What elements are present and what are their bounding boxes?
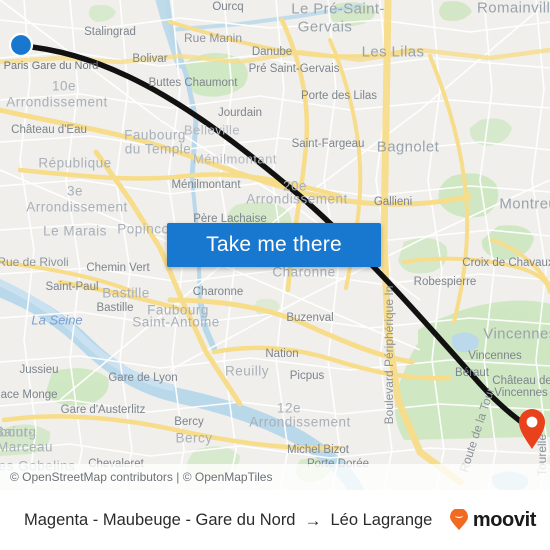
map-canvas[interactable]: OurcqLe Pré-Saint-GervaisRomainvilleStal…: [0, 0, 550, 490]
moovit-route-page: OurcqLe Pré-Saint-GervaisRomainvilleStal…: [0, 0, 550, 550]
route-footer: Magenta - Maubeuge - Gare du Nord → Léo …: [0, 490, 550, 550]
moovit-wordmark: moovit: [472, 508, 537, 531]
moovit-logo[interactable]: moovit: [448, 509, 536, 532]
destination-stop-label: Léo Lagrange: [330, 510, 433, 529]
route-summary: Magenta - Maubeuge - Gare du Nord → Léo …: [24, 511, 448, 530]
map-attribution-bar: © OpenStreetMap contributors | © OpenMap…: [0, 464, 550, 490]
map-attribution-text[interactable]: © OpenStreetMap contributors | © OpenMap…: [10, 470, 272, 484]
origin-marker: [8, 32, 34, 58]
arrow-right-icon: →: [304, 510, 322, 530]
moovit-pin-icon: [449, 509, 468, 531]
take-me-there-button[interactable]: Take me there: [167, 223, 381, 267]
origin-stop-label: Magenta - Maubeuge - Gare du Nord: [24, 510, 296, 529]
